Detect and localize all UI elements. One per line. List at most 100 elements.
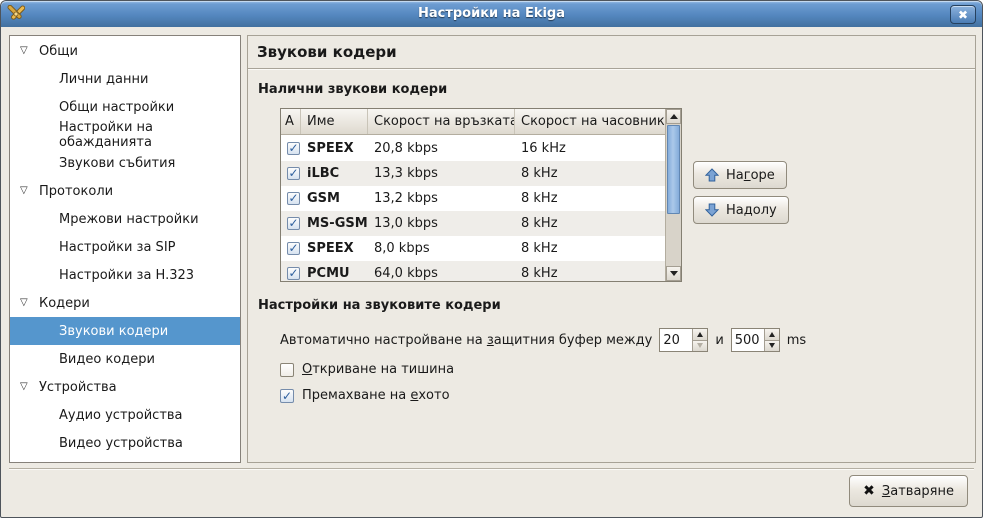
jitter-min-spin-up-button[interactable]: [693, 329, 707, 340]
tools-icon[interactable]: [7, 5, 25, 23]
codec-bitrate: 20,8 kbps: [368, 141, 515, 156]
codec-name: PCMU: [301, 266, 368, 281]
table-row[interactable]: ✓SPEEX8,0 kbps8 kHz: [281, 236, 665, 261]
table-body: ✓SPEEX20,8 kbps16 kHz✓iLBC13,3 kbps8 kHz…: [281, 136, 665, 281]
sidebar-item[interactable]: ▽ Кодери: [10, 289, 240, 317]
sidebar-item-label: Протоколи: [39, 184, 113, 199]
sidebar-tree[interactable]: ▽ Общи Лични данни Общи настройки Настройки …: [9, 35, 241, 463]
table-scrollbar[interactable]: [665, 109, 681, 281]
sidebar-item[interactable]: Аудио устройства: [10, 401, 240, 429]
close-button[interactable]: ✖ Затваряне: [849, 475, 968, 507]
sidebar-item-label: Аудио устройства: [59, 408, 183, 423]
codec-enabled-checkbox[interactable]: ✓: [287, 192, 300, 205]
sidebar-item-label: Видео устройства: [59, 436, 183, 451]
triangle-down-icon[interactable]: ▽: [20, 298, 33, 308]
table-header: АИмеСкорост на връзкатаСкорост на часовн…: [281, 109, 665, 135]
sidebar-item-label: Кодери: [39, 296, 90, 311]
sidebar-item-label: Общи настройки: [59, 100, 174, 115]
window-title: Настройки на Ekiga: [41, 1, 942, 27]
sidebar-item[interactable]: Лични данни: [10, 65, 240, 93]
sidebar-item-label: Общи: [39, 44, 78, 59]
table-row[interactable]: ✓iLBC13,3 kbps8 kHz: [281, 161, 665, 186]
sidebar-item-label: Настройки за H.323: [59, 268, 194, 283]
sidebar-item-label: Видео кодери: [59, 352, 155, 367]
sidebar-item[interactable]: ▽ Общи: [10, 37, 240, 65]
move-down-button[interactable]: Надолу: [693, 196, 789, 224]
table-row[interactable]: ✓GSM13,2 kbps8 kHz: [281, 186, 665, 211]
up-arrow-icon: [705, 168, 719, 182]
column-header[interactable]: Скорост на връзката: [368, 109, 515, 134]
codec-enabled-checkbox[interactable]: ✓: [287, 267, 300, 280]
echo-cancellation-checkbox-row[interactable]: ✓ Премахване на ехото: [280, 388, 450, 403]
codec-enabled-checkbox[interactable]: ✓: [287, 142, 300, 155]
move-up-label: Нагоре: [726, 168, 775, 183]
available-codecs-section-title: Налични звукови кодери: [258, 82, 447, 97]
codec-clock: 8 kHz: [515, 166, 665, 181]
footer-separator: [9, 468, 974, 469]
close-x-icon: ✖: [958, 8, 968, 22]
echo-cancellation-checkbox[interactable]: ✓: [280, 389, 294, 403]
codec-enabled-checkbox[interactable]: ✓: [287, 167, 300, 180]
spin-up-arrow-icon: [769, 332, 775, 337]
triangle-down-icon[interactable]: ▽: [20, 382, 33, 392]
jitter-min-input[interactable]: [660, 329, 692, 351]
sidebar-item[interactable]: ▽ Устройства: [10, 373, 240, 401]
triangle-down-icon[interactable]: ▽: [20, 46, 33, 56]
table-row[interactable]: ✓SPEEX20,8 kbps16 kHz: [281, 136, 665, 161]
move-down-label: Надолу: [726, 203, 777, 218]
title-separator: [248, 68, 975, 69]
triangle-down-icon[interactable]: ▽: [20, 186, 33, 196]
main-panel: Звукови кодери Налични звукови кодери АИ…: [247, 35, 976, 463]
column-header[interactable]: Име: [301, 109, 368, 134]
jitter-max-spin-up-button[interactable]: [765, 329, 779, 340]
x-mark-icon: ✖: [863, 484, 875, 498]
sidebar-item[interactable]: Мрежови настройки: [10, 205, 240, 233]
sidebar-item-label: Звукови кодери: [59, 324, 168, 339]
silence-detection-label: Откриване на тишина: [302, 362, 454, 377]
sidebar-item[interactable]: Видео устройства: [10, 429, 240, 457]
jitter-buffer-label: Автоматично настройване на защитния буфе…: [280, 333, 652, 348]
echo-cancellation-label: Премахване на ехото: [302, 388, 450, 403]
column-header[interactable]: А: [281, 109, 301, 134]
codec-enabled-checkbox[interactable]: ✓: [287, 217, 300, 230]
table-row[interactable]: ✓PCMU64,0 kbps8 kHz: [281, 261, 665, 282]
sidebar-item[interactable]: Видео кодери: [10, 345, 240, 373]
sidebar-item-label: Мрежови настройки: [59, 212, 199, 227]
codec-bitrate: 13,3 kbps: [368, 166, 515, 181]
sidebar-item[interactable]: Настройки за SIP: [10, 233, 240, 261]
spin-down-arrow-icon: [697, 343, 703, 348]
sidebar-item[interactable]: ▽ Протоколи: [10, 177, 240, 205]
sidebar-item[interactable]: Звукови събития: [10, 149, 240, 177]
scroll-up-button[interactable]: [666, 109, 681, 124]
jitter-max-input[interactable]: [732, 329, 764, 351]
codec-enabled-checkbox[interactable]: ✓: [287, 242, 300, 255]
scroll-up-arrow-icon: [670, 114, 678, 119]
table-row[interactable]: ✓MS-GSM13,0 kbps8 kHz: [281, 211, 665, 236]
preferences-window: Настройки на Ekiga ✖ ▽ Общи Лични данни Общ…: [0, 0, 983, 518]
down-arrow-icon: [705, 203, 719, 217]
codec-bitrate: 13,2 kbps: [368, 191, 515, 206]
codec-clock: 8 kHz: [515, 191, 665, 206]
sidebar-item[interactable]: Настройки за H.323: [10, 261, 240, 289]
silence-detection-checkbox-row[interactable]: Откриване на тишина: [280, 362, 454, 377]
sidebar-item-label: Звукови събития: [59, 156, 175, 171]
jitter-max-spin-down-button[interactable]: [765, 340, 779, 352]
scrollbar-thumb[interactable]: [667, 125, 680, 214]
sidebar-item[interactable]: Звукови кодери: [10, 317, 240, 345]
sidebar-item-label: Настройки за SIP: [59, 240, 176, 255]
column-header[interactable]: Скорост на часовника: [515, 109, 665, 134]
codec-name: SPEEX: [301, 241, 368, 256]
titlebar[interactable]: Настройки на Ekiga ✖: [1, 1, 982, 27]
codec-clock: 8 kHz: [515, 266, 665, 281]
sidebar-item[interactable]: Настройки на обажданията: [10, 121, 240, 149]
codec-name: SPEEX: [301, 141, 368, 156]
sidebar-item[interactable]: Общи настройки: [10, 93, 240, 121]
move-up-button[interactable]: Нагоре: [693, 161, 787, 189]
window-close-button[interactable]: ✖: [950, 5, 976, 24]
sidebar-item-label: Устройства: [39, 380, 117, 395]
jitter-conjunction-label: и: [715, 333, 723, 348]
jitter-min-spin-down-button[interactable]: [693, 340, 707, 352]
silence-detection-checkbox[interactable]: [280, 363, 294, 377]
jitter-buffer-row: Автоматично настройване на защитния буфе…: [280, 328, 806, 352]
scroll-down-button[interactable]: [666, 266, 681, 281]
